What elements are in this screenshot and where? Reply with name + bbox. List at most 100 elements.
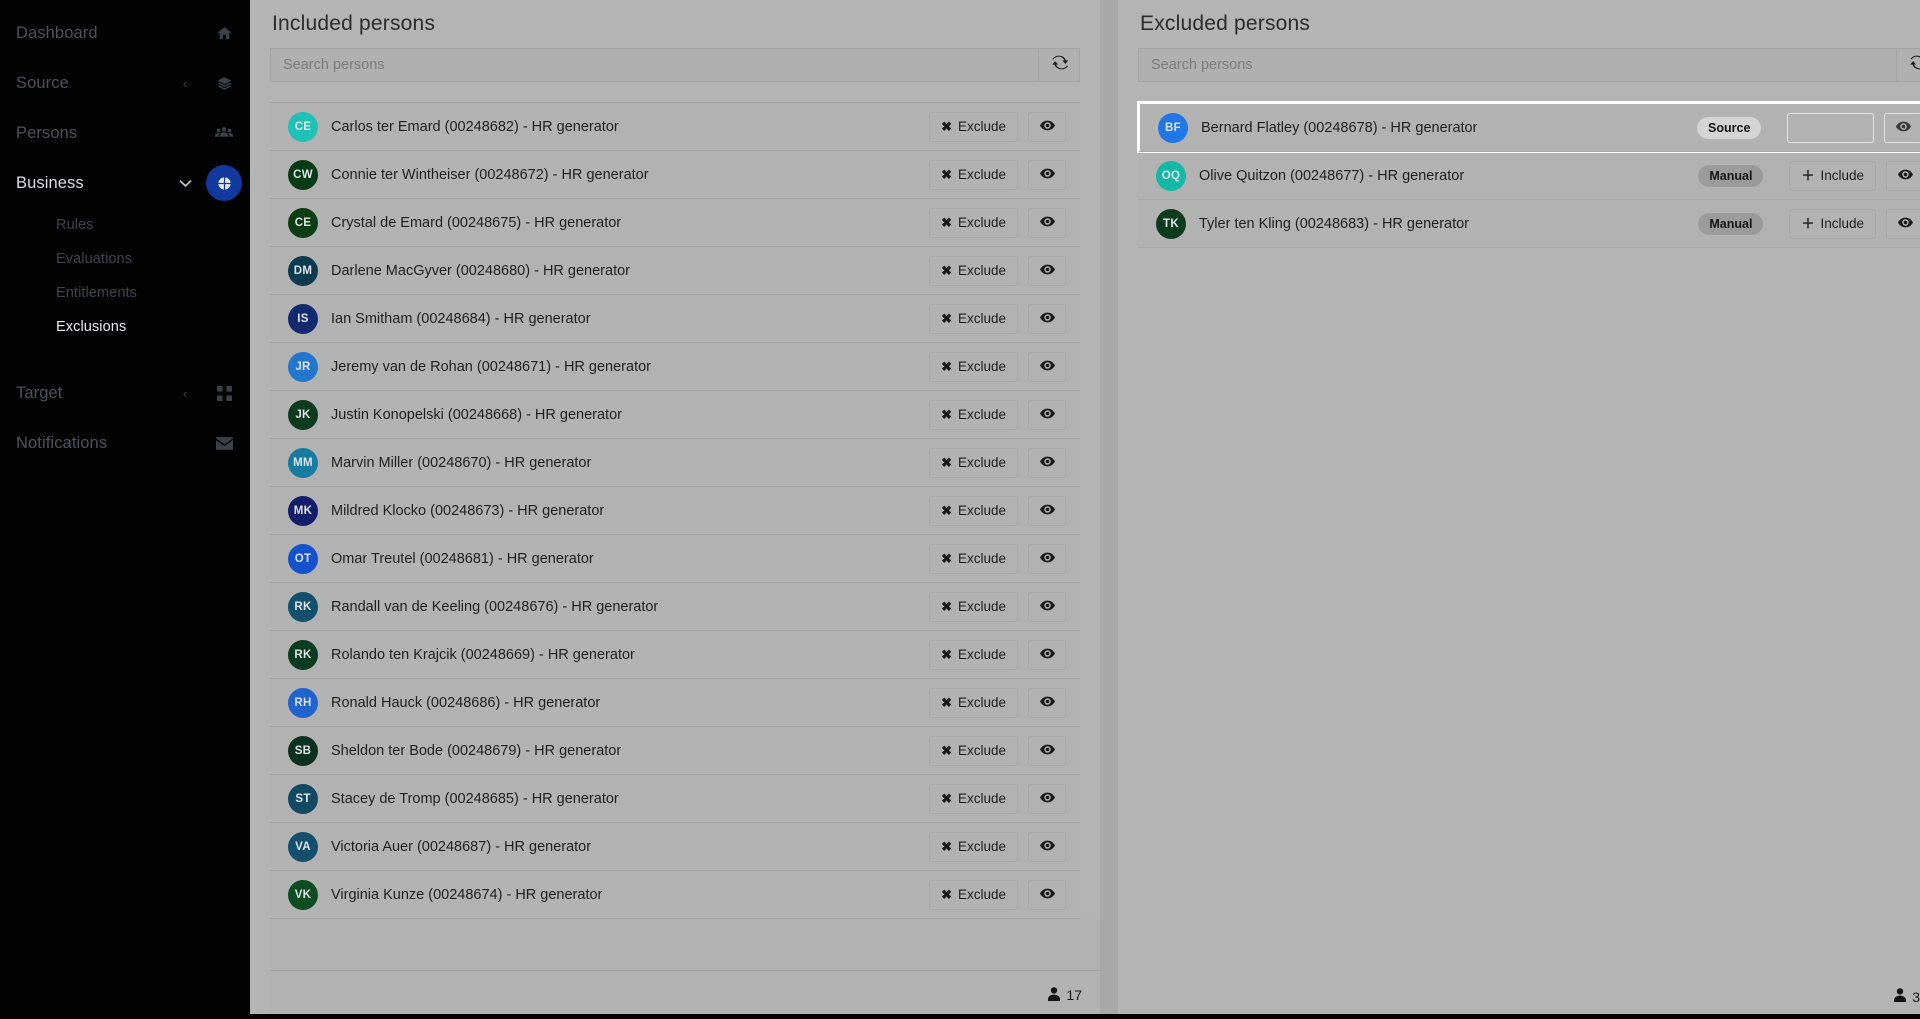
included-action-button[interactable]: ✖ Exclude — [929, 447, 1018, 478]
table-row[interactable]: CE Crystal de Emard (00248675) - HR gener… — [270, 199, 1080, 247]
included-action-button[interactable]: ✖ Exclude — [929, 159, 1018, 190]
view-details-button[interactable] — [1028, 639, 1066, 670]
included-action-button[interactable]: ✖ Exclude — [929, 543, 1018, 574]
table-row[interactable]: MK Mildred Klocko (00248673) - HR generat… — [270, 487, 1080, 535]
table-row[interactable]: DM Darlene MacGyver (00248680) - HR gener… — [270, 247, 1080, 295]
view-details-button[interactable] — [1028, 159, 1066, 190]
table-row[interactable]: OQ Olive Quitzon (00248677) - HR generato… — [1138, 152, 1920, 200]
included-action-button[interactable]: ✖ Exclude — [929, 687, 1018, 718]
sidebar-item-persons[interactable]: Persons — [0, 108, 250, 158]
action-button-label: Exclude — [957, 647, 1006, 662]
view-details-button[interactable] — [1028, 495, 1066, 526]
view-details-button[interactable] — [1028, 207, 1066, 238]
eye-icon — [1039, 407, 1055, 422]
view-details-button[interactable] — [1886, 208, 1920, 239]
included-action-button[interactable]: ✖ Exclude — [929, 639, 1018, 670]
table-row[interactable]: SB Sheldon ter Bode (00248679) - HR gener… — [270, 727, 1080, 775]
view-details-button[interactable] — [1886, 160, 1920, 191]
avatar: CW — [288, 159, 318, 190]
view-details-button[interactable] — [1028, 111, 1066, 142]
view-details-button[interactable] — [1028, 591, 1066, 622]
avatar: RH — [288, 687, 318, 718]
sidebar-item-notifications[interactable]: Notifications — [0, 418, 250, 468]
included-action-button[interactable]: ✖ Exclude — [929, 351, 1018, 382]
included-action-button[interactable]: ✖ Exclude — [929, 303, 1018, 334]
table-row[interactable]: MM Marvin Miller (00248670) - HR generato… — [270, 439, 1080, 487]
table-row[interactable]: CW Connie ter Wintheiser (00248672) - HR … — [270, 151, 1080, 199]
sidebar-subitem-evaluations[interactable]: Evaluations — [0, 242, 250, 276]
excluded-refresh-button[interactable] — [1896, 48, 1920, 82]
table-row[interactable]: VK Virginia Kunze (00248674) - HR generat… — [270, 871, 1080, 919]
table-row[interactable]: RK Rolando ten Krajcik (00248669) - HR ge… — [270, 631, 1080, 679]
sidebar-subitem-rules[interactable]: Rules — [0, 208, 250, 242]
eye-icon — [1039, 743, 1055, 758]
view-details-button[interactable] — [1028, 351, 1066, 382]
eye-icon — [1039, 119, 1055, 134]
action-button-label: Exclude — [957, 599, 1006, 614]
included-action-button[interactable]: ✖ Exclude — [929, 111, 1018, 142]
included-action-button[interactable]: ✖ Exclude — [929, 831, 1018, 862]
included-action-button[interactable]: ✖ Exclude — [929, 399, 1018, 430]
avatar: JK — [288, 399, 318, 430]
table-row[interactable]: RK Randall van de Keeling (00248676) - HR… — [270, 583, 1080, 631]
table-row[interactable]: TK Tyler ten Kling (00248683) - HR genera… — [1138, 200, 1920, 248]
view-details-button[interactable] — [1028, 831, 1066, 862]
included-search-input[interactable] — [270, 48, 1038, 82]
sidebar-subitem-entitlements[interactable]: Entitlements — [0, 276, 250, 310]
table-row[interactable]: CE Carlos ter Emard (00248682) - HR gener… — [270, 103, 1080, 151]
action-button-label: Exclude — [957, 311, 1006, 326]
excluded-search-input[interactable] — [1138, 48, 1896, 82]
included-action-button[interactable]: ✖ Exclude — [929, 255, 1018, 286]
sidebar-item-business[interactable]: Business — [0, 158, 250, 208]
included-action-button[interactable]: ✖ Exclude — [929, 735, 1018, 766]
view-details-button[interactable] — [1028, 735, 1066, 766]
action-button-label: Include — [1820, 216, 1864, 231]
view-details-button[interactable] — [1028, 399, 1066, 430]
included-action-button[interactable]: ✖ Exclude — [929, 591, 1018, 622]
sidebar-subitem-label: Entitlements — [56, 285, 137, 301]
view-details-button[interactable] — [1028, 303, 1066, 334]
person-label: Mildred Klocko (00248673) - HR generator — [331, 502, 605, 519]
eye-icon — [1039, 359, 1055, 374]
excluded-action-button[interactable]: ＋ Include — [1787, 112, 1874, 143]
table-row[interactable]: BF Bernard Flatley (00248678) - HR genera… — [1138, 102, 1920, 152]
included-action-button[interactable]: ✖ Exclude — [929, 207, 1018, 238]
view-details-button[interactable] — [1884, 112, 1920, 143]
excluded-action-button[interactable]: ＋ Include — [1789, 160, 1876, 191]
included-action-button[interactable]: ✖ Exclude — [929, 495, 1018, 526]
table-row[interactable]: OT Omar Treutel (00248681) - HR generator… — [270, 535, 1080, 583]
included-list-footer: 17 — [270, 971, 1100, 1019]
view-details-button[interactable] — [1028, 255, 1066, 286]
main-content: Included persons CE Carlos ter Emard (002… — [250, 0, 1920, 1019]
excluded-action-button[interactable]: ＋ Include — [1789, 208, 1876, 239]
avatar: ST — [288, 783, 318, 814]
view-details-button[interactable] — [1028, 687, 1066, 718]
envelope-icon — [198, 436, 250, 450]
table-row[interactable]: IS Ian Smitham (00248684) - HR generator ✖… — [270, 295, 1080, 343]
included-refresh-button[interactable] — [1038, 48, 1080, 82]
eye-icon — [1039, 503, 1055, 518]
excluded-panel-title: Excluded persons — [1140, 12, 1311, 35]
chevron-down-icon — [172, 177, 198, 190]
excluded-persons-list: BF Bernard Flatley (00248678) - HR genera… — [1138, 102, 1920, 248]
view-details-button[interactable] — [1028, 447, 1066, 478]
sidebar-item-dashboard[interactable]: Dashboard — [0, 8, 250, 58]
sidebar-subitem-exclusions[interactable]: Exclusions — [0, 310, 250, 344]
view-details-button[interactable] — [1028, 879, 1066, 910]
table-row[interactable]: VA Victoria Auer (00248687) - HR generato… — [270, 823, 1080, 871]
view-details-button[interactable] — [1028, 783, 1066, 814]
eye-icon — [1039, 791, 1055, 806]
included-action-button[interactable]: ✖ Exclude — [929, 879, 1018, 910]
sidebar-item-label: Source — [16, 73, 69, 92]
table-row[interactable]: RH Ronald Hauck (00248686) - HR generator… — [270, 679, 1080, 727]
sidebar-item-target[interactable]: Target ‹ — [0, 368, 250, 418]
action-button-label: Exclude — [957, 215, 1006, 230]
table-row[interactable]: JK Justin Konopelski (00248668) - HR gene… — [270, 391, 1080, 439]
sidebar-item-source[interactable]: Source ‹ — [0, 58, 250, 108]
excluded-persons-panel: Excluded persons BF Bernard Flatley (0024… — [1118, 0, 1920, 1019]
table-row[interactable]: ST Stacey de Tromp (00248685) - HR genera… — [270, 775, 1080, 823]
table-row[interactable]: JR Jeremy van de Rohan (00248671) - HR ge… — [270, 343, 1080, 391]
view-details-button[interactable] — [1028, 543, 1066, 574]
close-icon: ✖ — [941, 119, 952, 134]
included-action-button[interactable]: ✖ Exclude — [929, 783, 1018, 814]
